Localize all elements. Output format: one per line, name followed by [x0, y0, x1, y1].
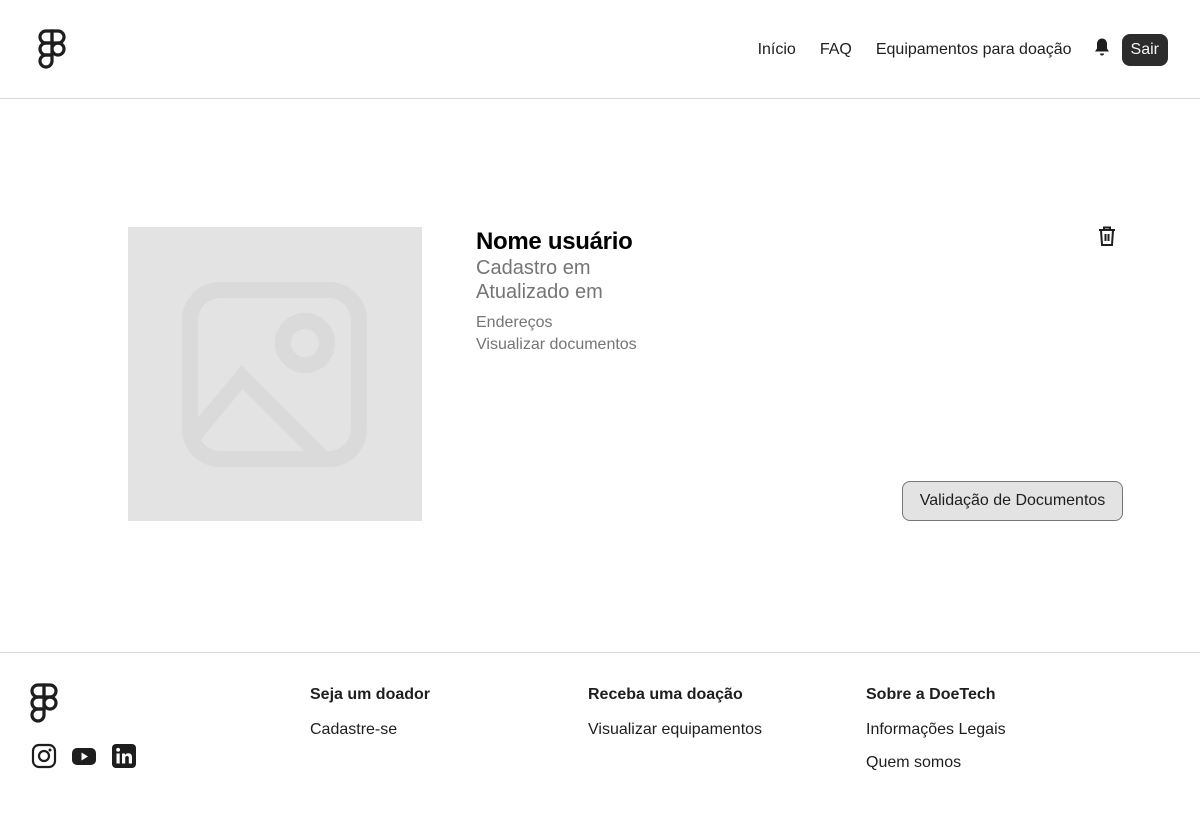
footer-column-receba: Receba uma doação Visualizar equipamento…	[588, 686, 762, 754]
linkedin-icon[interactable]	[111, 743, 137, 769]
footer-link-visualizar-equipamentos[interactable]: Visualizar equipamentos	[588, 721, 762, 739]
site-footer: Seja um doador Cadastre-se Receba uma do…	[0, 652, 1200, 824]
figma-logo-icon[interactable]	[38, 29, 66, 69]
nav-link-inicio[interactable]: Início	[758, 41, 796, 59]
figma-logo-icon[interactable]	[30, 683, 58, 723]
addresses-link[interactable]: Endereços	[476, 314, 553, 332]
nav-link-faq[interactable]: FAQ	[820, 41, 852, 59]
user-name: Nome usuário	[476, 228, 633, 255]
footer-column-title: Seja um doador	[310, 686, 431, 703]
view-documents-link[interactable]: Visualizar documentos	[476, 336, 637, 354]
footer-link-quem-somos[interactable]: Quem somos	[866, 754, 1006, 772]
profile-image-placeholder	[128, 227, 422, 521]
footer-column-title: Sobre a DoeTech	[866, 686, 996, 703]
youtube-icon[interactable]	[71, 743, 97, 769]
footer-column-sobre: Sobre a DoeTech Informações Legais Quem …	[866, 686, 1006, 787]
instagram-icon[interactable]	[31, 743, 57, 769]
updated-date: Atualizado em	[476, 281, 603, 303]
registered-date: Cadastro em	[476, 257, 591, 279]
footer-link-informacoes-legais[interactable]: Informações Legais	[866, 721, 1006, 739]
validate-documents-button[interactable]: Validação de Documentos	[902, 481, 1123, 521]
trash-icon[interactable]	[1097, 225, 1117, 247]
site-header: Início FAQ Equipamentos para doação Sair	[0, 0, 1200, 99]
image-placeholder-icon	[182, 282, 367, 467]
footer-column-doador: Seja um doador Cadastre-se	[310, 686, 430, 754]
footer-link-cadastre-se[interactable]: Cadastre-se	[310, 721, 430, 739]
logout-button[interactable]: Sair	[1121, 33, 1168, 66]
footer-column-title: Receba uma doação	[588, 686, 743, 703]
nav-link-equipamentos[interactable]: Equipamentos para doação	[876, 41, 1072, 59]
main-nav: Início FAQ Equipamentos para doação Sair	[758, 33, 1168, 66]
bell-icon[interactable]	[1092, 36, 1112, 58]
